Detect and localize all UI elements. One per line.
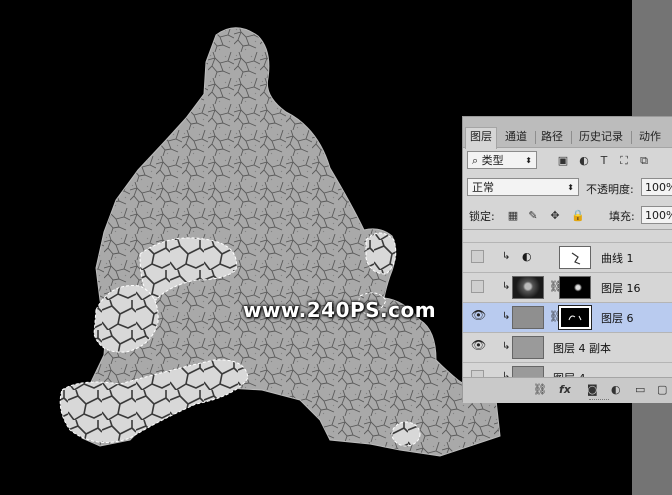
- new-layer-icon[interactable]: ▢: [657, 383, 667, 396]
- layer-mask-thumbnail[interactable]: [558, 305, 592, 330]
- tab-separator: [535, 131, 536, 144]
- opacity-label: 不透明度:: [586, 183, 634, 196]
- layer-thumbnail[interactable]: [512, 336, 544, 359]
- lock-label: 锁定:: [469, 210, 495, 223]
- filter-kind-select[interactable]: ⌕ 类型 ⬍: [467, 151, 537, 169]
- tab-paths[interactable]: 路径: [537, 128, 567, 146]
- layer-row-layer-4-copy[interactable]: 👁 ↳ 图层 4 副本: [463, 332, 672, 362]
- clip-arrow-icon: ↳: [502, 341, 511, 352]
- fill-input[interactable]: 100%: [641, 206, 672, 224]
- visibility-toggle[interactable]: [471, 280, 484, 293]
- stepper-icon: ⬍: [525, 156, 532, 165]
- shape-filter-icon[interactable]: ⛶: [618, 155, 630, 167]
- layer-mask-thumbnail[interactable]: [559, 276, 591, 299]
- lock-all-icon[interactable]: 🔒: [571, 210, 585, 222]
- resize-grip[interactable]: [589, 399, 609, 402]
- panel-tabs: 图层 通道 路径 历史记录 动作: [463, 117, 672, 149]
- eye-icon[interactable]: 👁: [471, 339, 486, 353]
- opacity-input[interactable]: 100%: [641, 178, 672, 196]
- layer-thumbnail[interactable]: [512, 306, 544, 329]
- curve-mask-art: [571, 252, 581, 265]
- lock-pixels-brush-icon[interactable]: ✎: [527, 210, 539, 222]
- search-icon: ⌕: [472, 154, 479, 167]
- filter-kind-label: 类型: [481, 154, 504, 167]
- type-filter-icon[interactable]: T: [598, 155, 610, 167]
- tab-layers[interactable]: 图层: [465, 127, 497, 149]
- filter-row: ⌕ 类型 ⬍ ▣ ◐ T ⛶ ⧉: [463, 149, 672, 173]
- lock-row: 锁定: ▦ ✎ ✥ 🔒 填充: 100%: [463, 203, 672, 227]
- smart-object-filter-icon[interactable]: ⧉: [638, 155, 650, 167]
- panel-bottom-bar: ⛓ fx ◙ ◐ ▭ ▢: [463, 377, 672, 403]
- layer-mask-thumbnail[interactable]: [559, 246, 591, 269]
- lock-transparency-icon[interactable]: ▦: [507, 210, 519, 222]
- adjustment-layer-icon: ◐: [522, 250, 532, 263]
- layers-panel: 图层 通道 路径 历史记录 动作 ⌕ 类型 ⬍ ▣ ◐ T ⛶ ⧉ 正常 ⬍ 不…: [462, 116, 672, 403]
- layer-row-layer-16[interactable]: ↳ ⛓ 图层 16: [463, 272, 672, 302]
- fx-icon[interactable]: fx: [559, 383, 571, 396]
- layer-name[interactable]: 图层 4 副本: [553, 340, 611, 356]
- layer-name[interactable]: 曲线 1: [601, 250, 634, 266]
- lock-position-icon[interactable]: ✥: [549, 210, 561, 222]
- layer-row-curves-1[interactable]: ↳ ◐ 曲线 1: [463, 242, 672, 272]
- layer-name[interactable]: 图层 6: [601, 310, 634, 326]
- visibility-toggle[interactable]: [471, 250, 484, 263]
- layers-list: ↳ ◐ 曲线 1 ↳ ⛓ 图层 16 👁 ↳ ⛓ 图层 6 👁 ↳ 图层 4 副…: [463, 229, 672, 378]
- blend-mode-select[interactable]: 正常 ⬍: [467, 178, 579, 196]
- clip-arrow-icon: ↳: [502, 311, 511, 322]
- tab-separator: [571, 131, 572, 144]
- link-icon[interactable]: ⛓: [533, 383, 547, 396]
- layer-row-layer-4[interactable]: ↳ 图层 4: [463, 362, 672, 378]
- adjustment-icon[interactable]: ◐: [611, 383, 621, 396]
- folder-icon[interactable]: ▭: [635, 383, 645, 396]
- layer-row-layer-6[interactable]: 👁 ↳ ⛓ 图层 6: [463, 302, 672, 332]
- blend-mode-value: 正常: [472, 181, 494, 194]
- mask-icon[interactable]: ◙: [587, 383, 598, 396]
- fill-label: 填充:: [609, 210, 635, 223]
- clip-arrow-icon: ↳: [502, 251, 511, 262]
- adjustment-filter-icon[interactable]: ◐: [578, 155, 590, 167]
- image-filter-icon[interactable]: ▣: [557, 155, 569, 167]
- blend-row: 正常 ⬍ 不透明度: 100%: [463, 175, 672, 199]
- stepper-icon: ⬍: [567, 183, 574, 192]
- tab-actions[interactable]: 动作: [635, 128, 665, 146]
- watermark-text: www.240PS.com: [243, 298, 437, 322]
- layer-thumbnail[interactable]: [512, 276, 544, 299]
- eye-icon[interactable]: 👁: [471, 309, 486, 323]
- clip-arrow-icon: ↳: [502, 281, 511, 292]
- layer-row[interactable]: [463, 230, 672, 234]
- mask-marks: [568, 315, 582, 321]
- tab-history[interactable]: 历史记录: [575, 128, 627, 146]
- tab-channels[interactable]: 通道: [501, 128, 531, 146]
- tab-separator: [631, 131, 632, 144]
- layer-name[interactable]: 图层 16: [601, 280, 641, 296]
